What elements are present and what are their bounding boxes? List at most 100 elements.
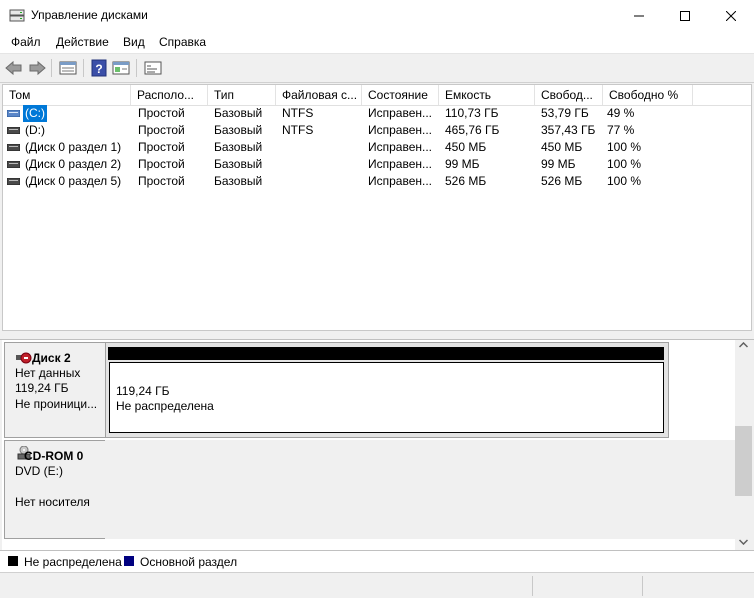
minimize-button[interactable] [616,0,662,31]
volume-type: Базовый [214,123,263,137]
status-bar [0,572,754,598]
volume-name: (C:) [23,105,47,122]
disk-graphical-view: Диск 2 Нет данных 119,24 ГБ Не проиници.… [2,340,735,550]
vertical-scrollbar[interactable] [735,340,752,550]
volume-layout: Простой [138,106,185,120]
pane-splitter[interactable] [0,331,754,340]
drive-icon [7,144,20,151]
disk-error-icon [16,352,32,364]
toolbar-separator [136,59,137,77]
toolbar-separator [51,59,52,77]
status-separator [532,576,533,596]
volume-free: 526 МБ [541,174,583,188]
volume-capacity: 99 МБ [445,157,480,171]
volume-capacity: 465,76 ГБ [445,123,500,137]
column-header-layout[interactable]: Располо... [131,85,208,105]
table-row[interactable]: (C:) Простой Базовый NTFS Исправен... 11… [3,105,751,122]
column-header-capacity[interactable]: Емкость [439,85,535,105]
column-headers: Том Располо... Тип Файловая с... Состоян… [3,85,751,106]
back-arrow-icon[interactable] [4,58,24,78]
volume-type: Базовый [214,106,263,120]
disk-management-icon [9,9,25,22]
volume-layout: Простой [138,140,185,154]
volume-list: Том Располо... Тип Файловая с... Состоян… [2,84,752,331]
volume-layout: Простой [138,174,185,188]
drive-icon [7,161,20,168]
menu-bar: Файл Действие Вид Справка [0,31,754,54]
scroll-down-icon[interactable] [739,539,748,545]
menu-view[interactable]: Вид [123,35,145,49]
volume-free-percent: 100 % [607,157,642,171]
disk-title: Диск 2 [32,351,71,365]
volume-capacity: 450 МБ [445,140,487,154]
title-bar: Управление дисками [0,0,754,31]
help-icon[interactable]: ? [89,58,109,78]
scroll-up-icon[interactable] [739,342,748,348]
column-header-filesystem[interactable]: Файловая с... [276,85,362,105]
volume-name: (Диск 0 раздел 1) [25,140,122,154]
volume-layout: Простой [138,123,185,137]
forward-arrow-icon[interactable] [27,58,47,78]
close-button[interactable] [708,0,754,31]
partition-status: Не распределена [116,399,214,413]
volume-filesystem: NTFS [282,106,314,120]
menu-help[interactable]: Справка [159,35,206,49]
volume-status: Исправен... [368,174,433,188]
volume-free: 53,79 ГБ [541,106,589,120]
volume-list-icon[interactable] [111,58,131,78]
disk-type: Нет данных [15,366,81,380]
table-row[interactable]: (Диск 0 раздел 1) Простой Базовый Исправ… [3,139,751,156]
scrollbar-thumb[interactable] [735,426,752,496]
toolbar: ? [0,54,754,83]
maximize-icon [680,10,690,21]
volume-status: Исправен... [368,140,433,154]
partition-size: 119,24 ГБ [116,384,170,398]
status-separator [642,576,643,596]
volume-name: (Диск 0 раздел 2) [25,157,122,171]
menu-file[interactable]: Файл [11,35,41,49]
drive-letter: DVD (E:) [15,464,63,478]
volume-free-percent: 49 % [607,106,635,120]
column-header-free-percent[interactable]: Свободно % [603,85,693,105]
volume-name: (Диск 0 раздел 5) [25,174,122,188]
menu-action[interactable]: Действие [56,35,109,49]
volume-free: 450 МБ [541,140,583,154]
disk-2-partitions: 119,24 ГБ Не распределена [105,342,669,438]
properties-icon[interactable] [143,58,163,78]
window-title: Управление дисками [31,8,148,22]
unallocated-region[interactable]: 119,24 ГБ Не распределена [109,362,664,433]
column-header-status[interactable]: Состояние [362,85,439,105]
volume-status: Исправен... [368,157,433,171]
media-state: Нет носителя [15,495,90,509]
volume-capacity: 526 МБ [445,174,487,188]
table-row[interactable]: (Диск 0 раздел 2) Простой Базовый Исправ… [3,156,751,173]
maximize-button[interactable] [662,0,708,31]
volume-status: Исправен... [368,123,433,137]
drive-icon [7,110,20,117]
unallocated-bar [108,347,664,360]
table-row[interactable]: (Диск 0 раздел 5) Простой Базовый Исправ… [3,173,751,190]
legend-swatch-unallocated [8,556,18,566]
disk-title: CD-ROM 0 [24,449,84,463]
table-row[interactable]: (D:) Простой Базовый NTFS Исправен... 46… [3,122,751,139]
disk-list-icon[interactable] [58,58,78,78]
minimize-icon [634,15,644,16]
drive-icon [7,178,20,185]
volume-free-percent: 100 % [607,140,642,154]
legend: Не распределена Основной раздел [0,550,754,572]
cdrom-0-partitions [105,440,735,539]
volume-free: 357,43 ГБ [541,123,596,137]
svg-text:?: ? [95,62,102,76]
column-header-type[interactable]: Тип [208,85,276,105]
legend-label-primary: Основной раздел [140,555,238,569]
volume-free: 99 МБ [541,157,576,171]
column-header-free[interactable]: Свобод... [535,85,603,105]
close-icon [726,10,736,21]
volume-status: Исправен... [368,106,433,120]
volume-type: Базовый [214,140,263,154]
disk-2-label[interactable]: Диск 2 Нет данных 119,24 ГБ Не проиници.… [4,342,107,438]
volume-name: (D:) [25,123,45,137]
cdrom-0-label[interactable]: CD-ROM 0 DVD (E:) Нет носителя [4,440,107,539]
column-header-volume[interactable]: Том [3,85,131,105]
disk-state: Не проиници... [15,397,98,411]
